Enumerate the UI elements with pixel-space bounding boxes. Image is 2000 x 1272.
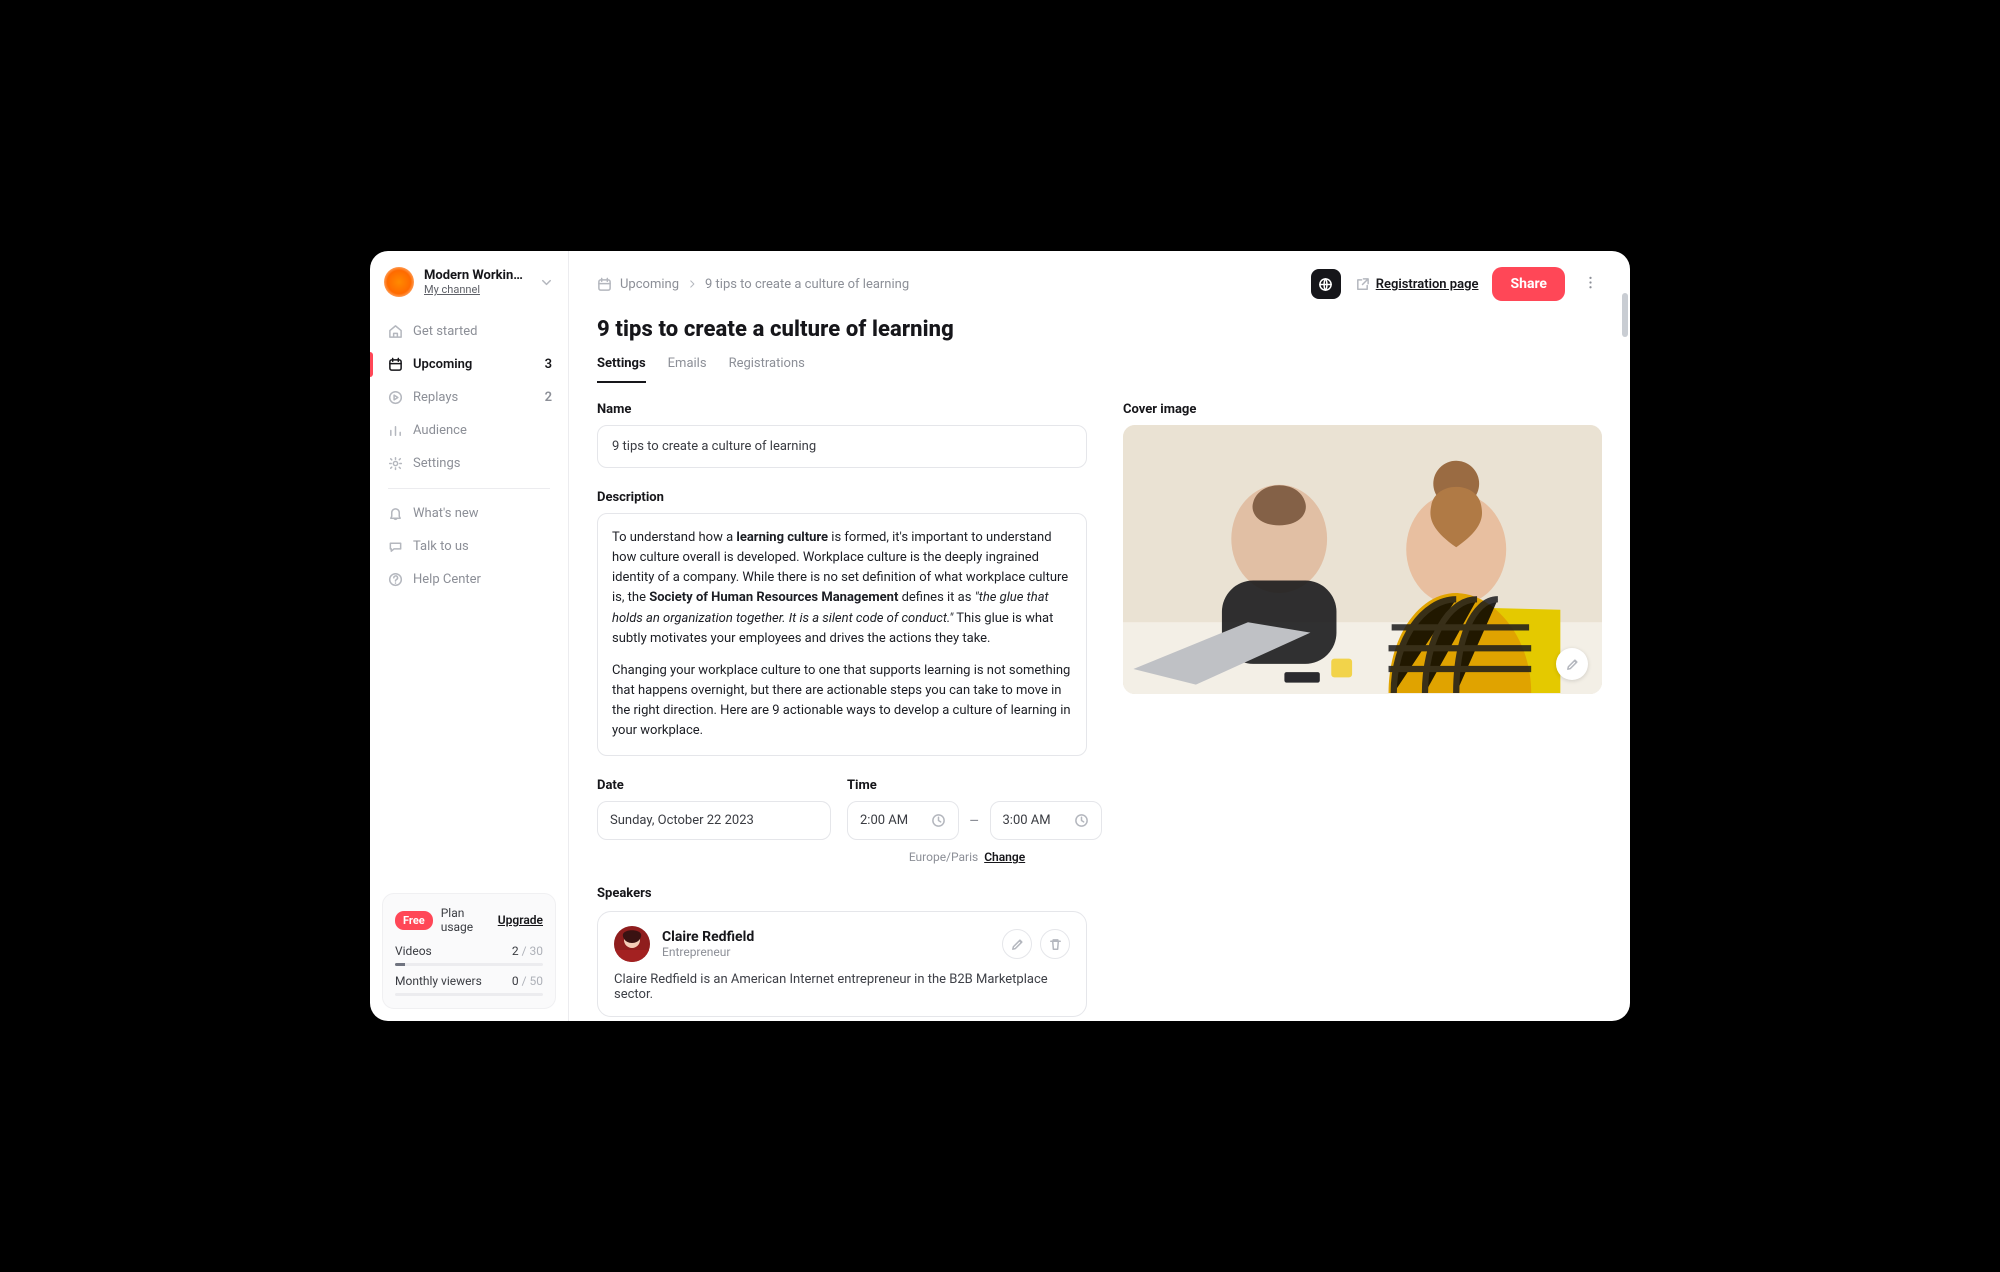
upgrade-link[interactable]: Upgrade [498,913,543,927]
tab-settings[interactable]: Settings [597,356,646,383]
nav-help-center[interactable]: Help Center [370,563,568,596]
registration-page-link[interactable]: Registration page [1355,277,1479,292]
nav-upcoming[interactable]: Upcoming 3 [370,348,568,381]
calendar-icon [388,357,403,372]
time-end-value: 3:00 AM [1003,813,1051,828]
name-label: Name [597,402,1087,417]
time-start-picker[interactable]: 2:00 AM [847,801,959,840]
videos-limit: / 30 [522,944,543,958]
clock-icon [931,813,946,828]
chat-icon [388,539,403,554]
plan-usage-label: Plan usage [441,906,490,934]
chevron-down-icon [539,275,554,290]
time-dash: – [969,811,980,830]
tab-emails[interactable]: Emails [668,356,707,383]
timezone-change-link[interactable]: Change [984,850,1025,864]
nav-label: Audience [413,423,467,438]
cover-image [1123,425,1602,694]
speaker-avatar [614,926,650,962]
bars-icon [388,423,403,438]
breadcrumb-root[interactable]: Upcoming [620,277,679,292]
nav-audience[interactable]: Audience [370,414,568,447]
help-icon [388,572,403,587]
videos-label: Videos [395,944,432,958]
registration-page-label: Registration page [1376,277,1479,292]
time-start-value: 2:00 AM [860,813,908,828]
nav-talk-to-us[interactable]: Talk to us [370,530,568,563]
main-content: Upcoming 9 tips to create a culture of l… [569,251,1630,1021]
date-value: Sunday, October 22 2023 [610,813,754,828]
globe-icon [1318,277,1333,292]
share-button[interactable]: Share [1492,267,1565,301]
topbar: Upcoming 9 tips to create a culture of l… [569,251,1630,311]
nav-label: What's new [413,506,479,521]
nav-label: Settings [413,456,460,471]
trash-icon [1048,937,1063,952]
play-circle-icon [388,390,403,405]
more-actions-button[interactable] [1579,271,1602,298]
pencil-icon [1565,657,1580,672]
channel-name: Modern Working … [424,268,529,283]
external-link-icon [1355,277,1370,292]
videos-progress [395,963,543,966]
channel-avatar [384,267,414,297]
nav-label: Help Center [413,572,481,587]
visibility-button[interactable] [1311,269,1341,299]
page-title: 9 tips to create a culture of learning [597,317,1602,342]
cover-image-container [1123,425,1602,694]
tabs: Settings Emails Registrations [597,356,1602,384]
nav-label: Get started [413,324,477,339]
plan-usage-card: Free Plan usage Upgrade Videos 2 / 30 Mo… [382,893,556,1009]
timezone-value: Europe/Paris [909,850,978,864]
viewers-value: 0 [512,974,519,988]
nav-divider [388,488,550,489]
home-icon [388,324,403,339]
date-picker[interactable]: Sunday, October 22 2023 [597,801,831,840]
sidebar: Modern Working … My channel Get started … [370,251,569,1021]
chevron-right-icon [687,279,697,289]
nav-label: Replays [413,390,458,405]
breadcrumb: Upcoming 9 tips to create a culture of l… [597,277,909,292]
speaker-description: Claire Redfield is an American Internet … [614,972,1070,1002]
viewers-progress [395,993,543,996]
description-label: Description [597,490,1087,505]
speaker-edit-button[interactable] [1002,929,1032,959]
window-scrollbar-thumb[interactable] [1622,293,1628,337]
pencil-icon [1010,937,1025,952]
description-editor[interactable]: To understand how a learning culture is … [597,513,1087,756]
viewers-label: Monthly viewers [395,974,482,988]
nav-count: 2 [545,390,552,405]
name-input[interactable] [597,425,1087,468]
kebab-icon [1583,275,1598,290]
nav-count: 3 [545,357,552,372]
viewers-limit: / 50 [522,974,543,988]
bell-icon [388,506,403,521]
channel-switcher[interactable]: Modern Working … My channel [370,251,568,311]
clock-icon [1074,813,1089,828]
time-label: Time [847,778,1087,793]
calendar-icon [597,277,612,292]
date-label: Date [597,778,831,793]
speaker-name: Claire Redfield [662,929,754,945]
channel-sublabel[interactable]: My channel [424,283,529,296]
speaker-delete-button[interactable] [1040,929,1070,959]
nav-get-started[interactable]: Get started [370,315,568,348]
plan-tier-badge: Free [395,911,433,930]
videos-value: 2 [512,944,519,958]
nav-label: Upcoming [413,357,472,372]
speaker-role: Entrepreneur [662,945,754,959]
nav-label: Talk to us [413,539,469,554]
nav-whats-new[interactable]: What's new [370,497,568,530]
speakers-label: Speakers [597,886,1087,901]
nav-replays[interactable]: Replays 2 [370,381,568,414]
breadcrumb-current: 9 tips to create a culture of learning [705,277,909,292]
time-end-picker[interactable]: 3:00 AM [990,801,1102,840]
tab-registrations[interactable]: Registrations [729,356,805,383]
nav-settings[interactable]: Settings [370,447,568,480]
gear-icon [388,456,403,471]
cover-image-label: Cover image [1123,402,1602,417]
speaker-card: Claire Redfield Entrepreneur [597,911,1087,1017]
primary-nav: Get started Upcoming 3 Replays 2 Audienc… [370,311,568,606]
